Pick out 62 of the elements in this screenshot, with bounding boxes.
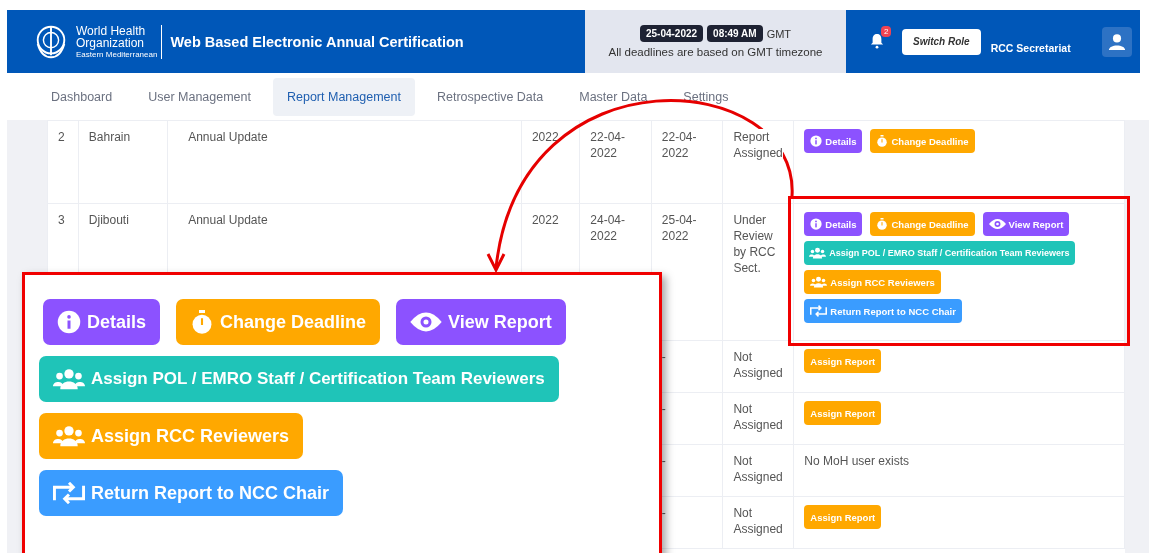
nav-tab[interactable]: Report Management xyxy=(273,77,415,116)
details-button[interactable]: Details xyxy=(43,299,161,345)
deadline-cell-text: 25-04-2022 xyxy=(661,212,698,244)
no-user-note: No MoH user exists xyxy=(804,453,911,469)
year-cell-text: 2022 xyxy=(531,129,560,145)
info-icon xyxy=(57,310,81,334)
switch-role-button[interactable]: Switch Role xyxy=(902,28,981,55)
status-cell: Not Assigned xyxy=(733,349,784,381)
nav-tab[interactable]: Retrospective Data xyxy=(422,77,558,116)
view-report-button[interactable]: View Report xyxy=(982,212,1070,236)
view-report-button[interactable]: View Report xyxy=(396,299,566,345)
status-cell: Not Assigned xyxy=(733,505,784,537)
country-cell-text: Bahrain xyxy=(88,129,132,145)
row-number: 2 xyxy=(58,129,66,145)
details-button[interactable]: Details xyxy=(804,212,863,236)
row-number: 3 xyxy=(58,212,66,228)
status-cell: Not Assigned xyxy=(733,401,784,433)
notification-bell-icon[interactable] xyxy=(870,32,884,49)
deadline-cell-text: - xyxy=(661,453,667,469)
country-cell-text: Djibouti xyxy=(88,212,130,228)
organization-name: Organization xyxy=(76,36,146,49)
users-icon xyxy=(809,247,827,259)
nav-tab[interactable]: Settings xyxy=(669,77,743,116)
stopwatch-icon xyxy=(876,135,889,147)
organization-name: World Health xyxy=(76,24,147,37)
report-type-cell-text: Annual Update xyxy=(188,129,269,145)
year-cell-text: 2022 xyxy=(531,212,560,228)
report-type-cell-text: Annual Update xyxy=(188,212,269,228)
status-cell: Not Assigned xyxy=(733,453,784,485)
users-icon xyxy=(810,276,828,288)
role-label: RCC Secretariat xyxy=(990,41,1071,54)
eye-icon xyxy=(410,311,443,333)
stopwatch-icon xyxy=(876,218,889,230)
user-icon xyxy=(1108,32,1126,51)
return-button[interactable]: Return Report to NCC Chair xyxy=(39,470,343,516)
nav-tab[interactable]: User Management xyxy=(134,77,265,116)
start-date-cell-text: 22-04-2022 xyxy=(590,129,626,161)
date-badge: 25-04-2022 xyxy=(639,25,704,42)
swap-arrows-icon xyxy=(810,305,828,317)
region-name: Eastern Mediterranean xyxy=(76,50,158,59)
users-icon xyxy=(53,425,85,447)
swap-arrows-icon xyxy=(53,482,85,504)
eye-icon xyxy=(988,218,1006,230)
time-badge: 08:49 AM xyxy=(707,25,763,42)
deadline-cell-text: 22-04-2022 xyxy=(661,129,698,161)
nav-tab[interactable]: Dashboard xyxy=(37,77,127,116)
nav-tab[interactable]: Master Data xyxy=(565,77,662,116)
deadline-cell-text: - xyxy=(661,349,667,365)
status-cell: Report Assigned xyxy=(733,129,784,161)
details-button[interactable]: Details xyxy=(804,129,863,153)
start-date-cell-text: 24-04-2022 xyxy=(590,212,626,244)
deadline-cell-text: - xyxy=(661,401,667,417)
timezone-label: GMT xyxy=(766,27,792,40)
app-title: Web Based Electronic Annual Certification xyxy=(170,33,464,50)
return-button[interactable]: Return Report to NCC Chair xyxy=(804,299,962,323)
info-icon xyxy=(810,218,823,230)
deadline-cell-text: - xyxy=(661,505,667,521)
deadline-note: All deadlines are based on GMT timezone xyxy=(608,46,823,58)
user-avatar-button[interactable] xyxy=(1102,26,1132,57)
notification-count-badge: 2 xyxy=(881,25,892,37)
info-icon xyxy=(810,135,823,147)
users-icon xyxy=(53,368,85,390)
